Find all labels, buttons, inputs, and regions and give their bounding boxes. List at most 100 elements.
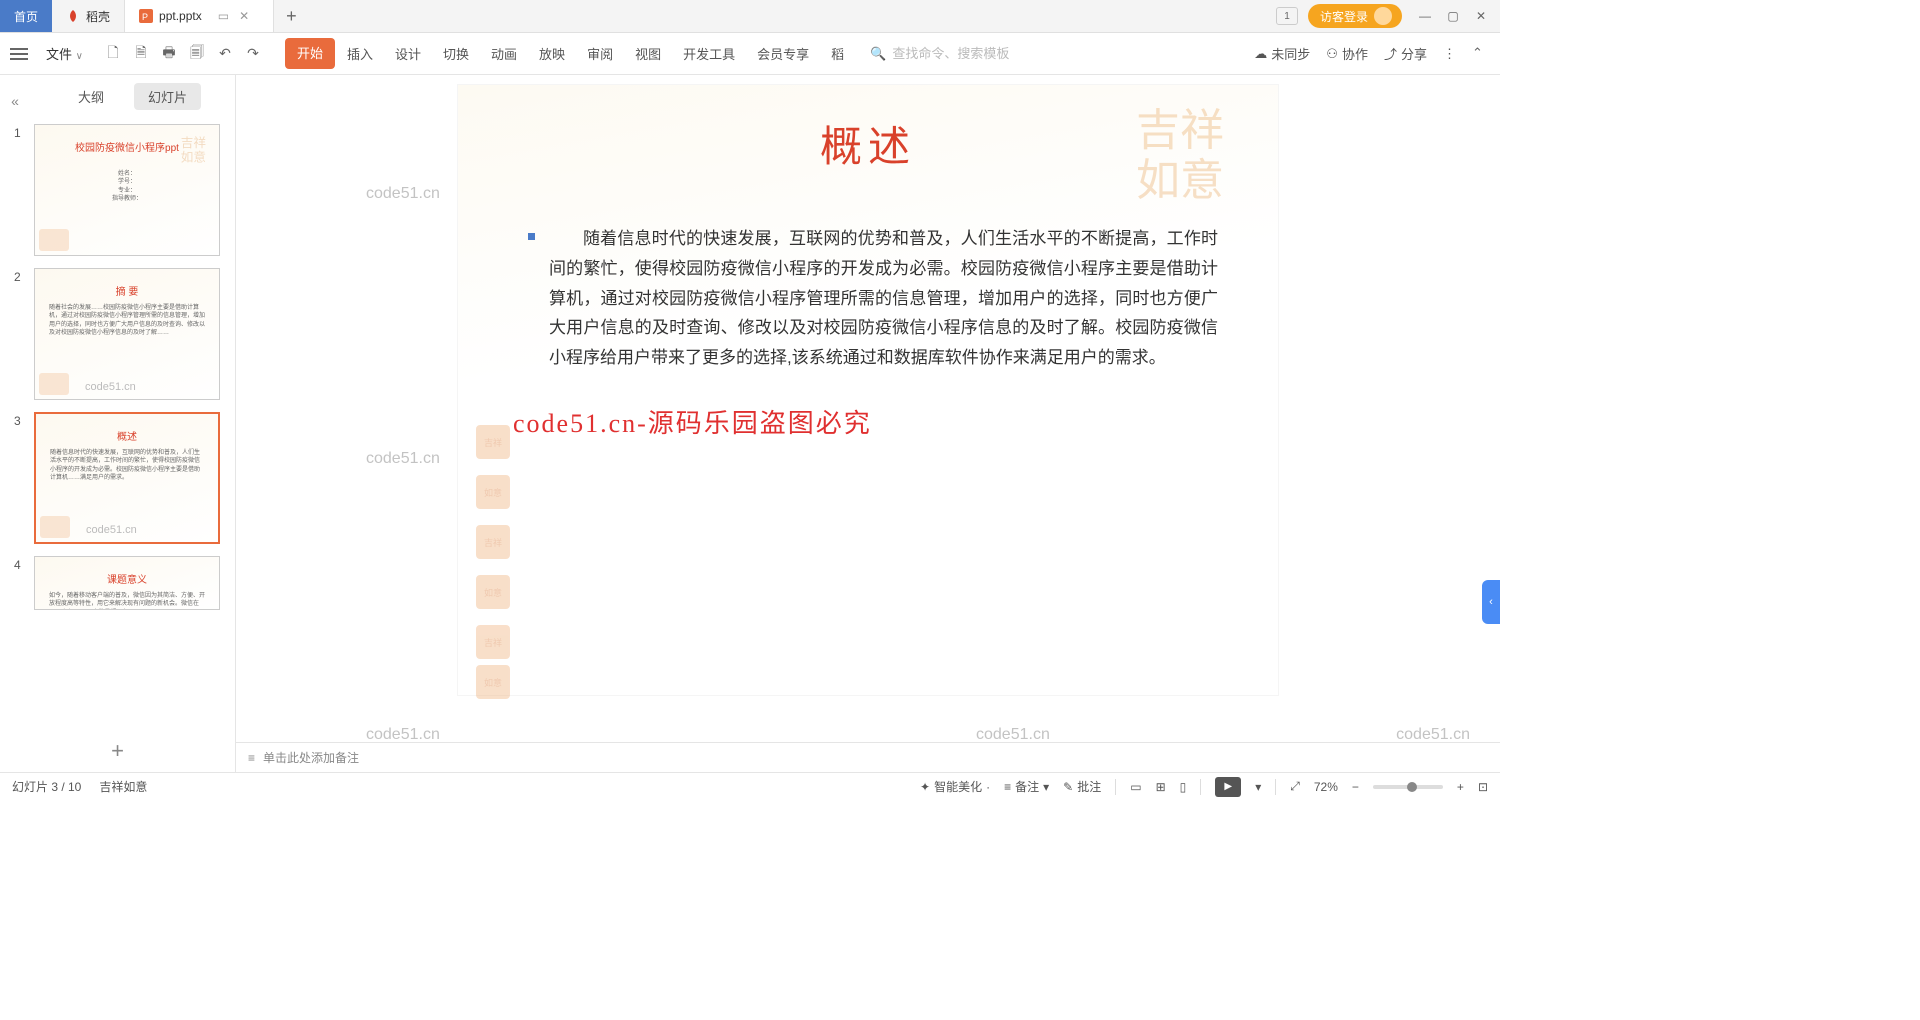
- menu-insert[interactable]: 插入: [337, 38, 383, 69]
- zoom-slider[interactable]: [1373, 785, 1443, 789]
- more-options-icon[interactable]: ⋮: [1443, 46, 1456, 62]
- menu-review[interactable]: 审阅: [577, 38, 623, 69]
- slide-thumbnail-2[interactable]: 摘 要 随着社会的发展……校园防疫微信小程序主要是借助计算机，通过对校园防疫微信…: [34, 268, 220, 400]
- slideshow-dropdown[interactable]: ▾: [1255, 780, 1261, 794]
- collapse-panel-icon[interactable]: «: [0, 85, 30, 109]
- app-tab-bar: 首页 稻壳 P ppt.pptx ▭ ✕ + 1 访客登录 — ▢ ✕: [0, 0, 1500, 33]
- ribbon-menu: 开始 插入 设计 切换 动画 放映 审阅 视图 开发工具 会员专享 稻: [285, 38, 854, 69]
- slide-thumbnail-3[interactable]: 概述 随着信息时代的快速发展，互联网的优势和普及，人们生活水平的不断提高，工作时…: [34, 412, 220, 544]
- slideshow-button[interactable]: ▶: [1215, 777, 1241, 797]
- menu-transition[interactable]: 切换: [433, 38, 479, 69]
- share-button[interactable]: ⤴分享: [1384, 44, 1427, 63]
- login-label: 访客登录: [1320, 8, 1368, 25]
- zoom-out-button[interactable]: −: [1352, 780, 1359, 794]
- collapse-ribbon-icon[interactable]: ⌃: [1472, 45, 1490, 63]
- sparkle-icon: ✦: [920, 780, 930, 794]
- collab-button[interactable]: ⚇协作: [1326, 44, 1368, 63]
- theme-name[interactable]: 吉祥如意: [99, 778, 147, 795]
- file-tab-controls: ▭ ✕: [208, 9, 259, 23]
- menu-more[interactable]: 稻: [821, 38, 854, 69]
- comments-button[interactable]: ✎批注: [1063, 778, 1101, 795]
- slides-tab[interactable]: 幻灯片: [134, 83, 201, 110]
- zoom-level[interactable]: 72%: [1314, 780, 1338, 794]
- stamp-icon: 如意: [476, 575, 510, 609]
- qa-save-icon[interactable]: 🗋: [103, 44, 123, 64]
- pencil-icon: ✎: [1063, 780, 1073, 794]
- stamp-icon: [39, 373, 69, 395]
- menu-animation[interactable]: 动画: [481, 38, 527, 69]
- home-tab[interactable]: 首页: [0, 0, 52, 32]
- thumb-number: 4: [14, 556, 26, 610]
- current-slide[interactable]: 吉祥如意 概述 随着信息时代的快速发展，互联网的优势和普及，人们生活水平的不断提…: [458, 85, 1278, 695]
- workspace: « 大纲 幻灯片 1 吉祥如意 校园防疫微信小程序ppt 姓名： 学号： 专业：…: [0, 75, 1500, 772]
- qa-redo-icon[interactable]: ↷: [243, 44, 263, 64]
- stamp-icon: 如意: [476, 475, 510, 509]
- notes-bar[interactable]: ≡ 单击此处添加备注: [236, 742, 1500, 772]
- command-search[interactable]: 🔍: [870, 46, 1012, 62]
- window-controls: 1 访客登录 — ▢ ✕: [1276, 0, 1500, 32]
- thumb-number: 3: [14, 412, 26, 544]
- watermark: code51.cn: [1396, 726, 1470, 744]
- ppt-file-icon: P: [139, 9, 153, 23]
- thumb-number: 1: [14, 124, 26, 256]
- slide-thumbnail-1[interactable]: 吉祥如意 校园防疫微信小程序ppt 姓名： 学号： 专业： 指导教师：: [34, 124, 220, 256]
- menu-design[interactable]: 设计: [385, 38, 431, 69]
- thumb-number: 2: [14, 268, 26, 400]
- beautify-button[interactable]: ✦智能美化 ·: [920, 778, 990, 795]
- cloud-icon: ☁: [1254, 46, 1267, 62]
- watermark: code51.cn: [976, 726, 1050, 744]
- svg-text:吉祥: 吉祥: [181, 136, 207, 150]
- stamp-icon: 吉祥: [476, 625, 510, 659]
- zoom-in-button[interactable]: +: [1457, 780, 1464, 794]
- side-panel-toggle[interactable]: ‹: [1482, 580, 1500, 624]
- menu-start[interactable]: 开始: [285, 38, 335, 69]
- close-window-button[interactable]: ✕: [1468, 3, 1494, 29]
- watermark: code51.cn: [366, 726, 440, 744]
- notes-toggle[interactable]: ≡备注 ▾: [1004, 778, 1049, 795]
- sync-status[interactable]: ☁未同步: [1254, 44, 1310, 63]
- ribbon-toolbar: 文件 ∨ 🗋 🗎 🖶 🗐 ↶ ↷ 开始 插入 设计 切换 动画 放映 审阅 视图…: [0, 33, 1500, 75]
- qa-export-icon[interactable]: 🗎: [131, 44, 151, 64]
- notes-placeholder[interactable]: 单击此处添加备注: [263, 749, 359, 766]
- menu-view[interactable]: 视图: [625, 38, 671, 69]
- outline-tab[interactable]: 大纲: [64, 83, 118, 110]
- menu-hamburger-icon[interactable]: [10, 48, 28, 60]
- menu-present[interactable]: 放映: [529, 38, 575, 69]
- maximize-button[interactable]: ▢: [1440, 3, 1466, 29]
- thumb-title: 课题意义: [35, 571, 219, 586]
- watermark: code51.cn: [366, 450, 440, 468]
- stamp-icon: 吉祥: [476, 525, 510, 559]
- qa-preview-icon[interactable]: 🗐: [187, 44, 207, 64]
- reading-view-icon[interactable]: ▯: [1180, 780, 1187, 794]
- close-tab-icon[interactable]: ✕: [239, 9, 249, 23]
- normal-view-icon[interactable]: ▭: [1130, 780, 1141, 794]
- search-input[interactable]: [892, 46, 1012, 61]
- fit-view-icon[interactable]: ⤢: [1290, 779, 1300, 794]
- qa-print-icon[interactable]: 🖶: [159, 44, 179, 64]
- new-tab-button[interactable]: +: [274, 0, 309, 32]
- avatar-icon: [1374, 7, 1392, 25]
- sorter-view-icon[interactable]: ⊞: [1156, 780, 1166, 794]
- notes-icon: ≡: [248, 751, 255, 765]
- slide-thumbnail-4[interactable]: 课题意义 如今，随着移动客户端的普及，微信因为其简洁、方便、开放程度高等特性，用…: [34, 556, 220, 610]
- fit-window-icon[interactable]: ⊡: [1478, 780, 1488, 794]
- docsh-tab[interactable]: 稻壳: [52, 0, 125, 32]
- menu-devtools[interactable]: 开发工具: [673, 38, 745, 69]
- docsh-label: 稻壳: [86, 8, 110, 25]
- file-menu-button[interactable]: 文件 ∨: [38, 40, 91, 67]
- thumb-body: 如今，随着移动客户端的普及，微信因为其简洁、方便、开放程度高等特性，用它来解决现…: [35, 586, 219, 610]
- watermark: code51.cn: [86, 524, 137, 536]
- watermark: code51.cn: [85, 381, 136, 393]
- qa-undo-icon[interactable]: ↶: [215, 44, 235, 64]
- notes-toggle-icon: ≡: [1004, 780, 1011, 794]
- present-icon[interactable]: ▭: [218, 9, 229, 23]
- menu-member[interactable]: 会员专享: [747, 38, 819, 69]
- file-tab[interactable]: P ppt.pptx ▭ ✕: [125, 0, 274, 32]
- login-button[interactable]: 访客登录: [1308, 4, 1402, 28]
- add-slide-button[interactable]: +: [0, 730, 235, 772]
- workspace-icon[interactable]: 1: [1276, 7, 1298, 25]
- slide-canvas-area: code51.cn code51.cn code51.cn code51.cn …: [236, 75, 1500, 772]
- minimize-button[interactable]: —: [1412, 3, 1438, 29]
- thumbnail-list[interactable]: 1 吉祥如意 校园防疫微信小程序ppt 姓名： 学号： 专业： 指导教师： 2: [0, 118, 235, 730]
- decoration-icon: [178, 418, 214, 454]
